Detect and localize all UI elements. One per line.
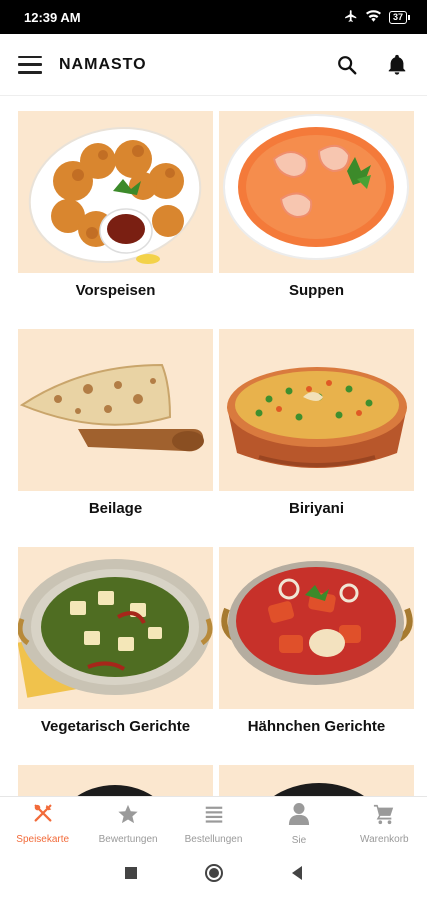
palak-paneer-image xyxy=(18,547,213,709)
category-card-beilage[interactable]: Beilage xyxy=(18,329,213,517)
dish-image xyxy=(18,765,213,796)
nav-label: Speisekarte xyxy=(16,833,70,845)
category-card-suppen[interactable]: Suppen xyxy=(219,111,414,299)
battery-icon: 37 xyxy=(388,10,411,24)
dish-image xyxy=(219,765,414,796)
app-title: NAMASTO xyxy=(59,55,147,73)
category-card-haehnchen-gerichte[interactable]: Hähnchen Gerichte xyxy=(219,547,414,735)
person-icon xyxy=(288,802,310,831)
cart-icon xyxy=(373,803,395,830)
list-icon xyxy=(203,803,225,830)
status-time: 12:39 AM xyxy=(24,9,81,25)
nav-speisekarte[interactable]: Speisekarte xyxy=(0,797,85,850)
wifi-icon xyxy=(365,9,381,25)
category-label: Beilage xyxy=(88,500,143,517)
nav-label: Bestellungen xyxy=(184,833,243,845)
status-bar: 12:39 AM 37 xyxy=(0,0,427,34)
bottom-navigation: Speisekarte Bewertungen Bestellungen Sie… xyxy=(0,796,427,850)
nav-label: Sie xyxy=(291,834,307,846)
soup-image xyxy=(219,111,414,273)
category-label: Hähnchen Gerichte xyxy=(247,718,386,735)
nav-bestellungen[interactable]: Bestellungen xyxy=(171,797,256,850)
nav-bewertungen[interactable]: Bewertungen xyxy=(85,797,170,850)
nav-label: Warenkorb xyxy=(360,833,409,845)
naan-image xyxy=(18,329,213,491)
biryani-image xyxy=(219,329,414,491)
category-label: Vorspeisen xyxy=(75,282,156,299)
bell-icon[interactable] xyxy=(385,53,409,77)
nav-sie[interactable]: Sie xyxy=(256,797,341,850)
category-card-vorspeisen[interactable]: Vorspeisen xyxy=(18,111,213,299)
menu-icon[interactable] xyxy=(18,55,42,74)
category-label: Suppen xyxy=(289,282,344,299)
category-card-vegetarisch-gerichte[interactable]: Vegetarisch Gerichte xyxy=(18,547,213,735)
airplane-icon xyxy=(344,9,358,26)
cutlery-icon xyxy=(32,803,54,830)
category-label: Biriyani xyxy=(288,500,345,517)
app-bar: NAMASTO xyxy=(0,34,427,96)
category-card-biriyani[interactable]: Biriyani xyxy=(219,329,414,517)
search-icon[interactable] xyxy=(335,53,359,77)
star-icon xyxy=(117,803,139,830)
recent-apps-icon[interactable] xyxy=(124,866,138,885)
nav-warenkorb[interactable]: Warenkorb xyxy=(342,797,427,850)
back-icon[interactable] xyxy=(290,865,304,886)
category-card-partial[interactable] xyxy=(219,765,414,796)
chicken-curry-image xyxy=(219,547,414,709)
category-grid: Vorspeisen Suppen Beilage Biriyani Veget… xyxy=(0,96,427,796)
nav-label: Bewertungen xyxy=(98,833,158,845)
home-icon[interactable] xyxy=(204,863,224,888)
category-label: Vegetarisch Gerichte xyxy=(40,718,191,735)
category-card-partial[interactable] xyxy=(18,765,213,796)
fried-chicken-image xyxy=(18,111,213,273)
system-navigation xyxy=(0,850,427,900)
